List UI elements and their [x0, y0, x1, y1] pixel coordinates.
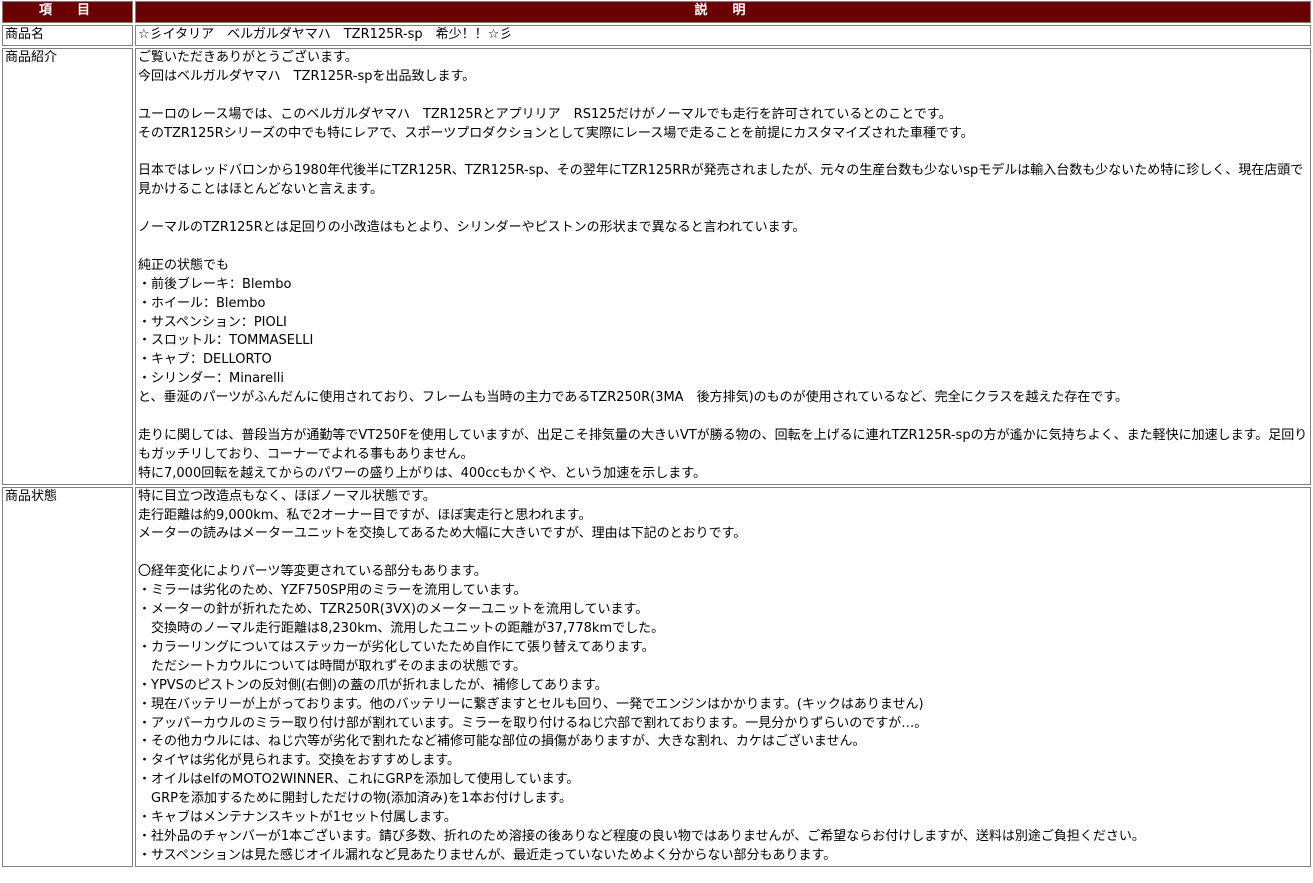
text-line: ・ホイール：Blembo — [138, 295, 266, 311]
text-line: ・サスペンション：PIOLI — [138, 314, 287, 330]
text-line: ご覧いただきありがとうございます。 — [138, 49, 358, 65]
text-line: ・タイヤは劣化が見られます。交換をおすすめします。 — [138, 753, 461, 769]
text-line: ・アッパーカウルのミラー取り付け部が割れています。ミラーを取り付けるねじ穴部で割… — [138, 715, 928, 731]
text-line: ・YPVSのピストンの反対側(右側)の蓋の爪が折れましたが、補修してあります。 — [138, 677, 608, 693]
text-line: ・キャブ：DELLORTO — [138, 352, 272, 368]
text-line: GRPを添加するために開封しただけの物(添加済み)を1本お付けします。 — [138, 791, 573, 807]
product-condition-text: 特に目立つ改造点もなく、ほぼノーマル状態です。走行距離は約9,000km、私で2… — [135, 486, 1311, 867]
text-line: 特に目立つ改造点もなく、ほぼノーマル状態です。 — [138, 488, 436, 504]
product-name-label: 商品名 — [2, 25, 133, 46]
text-line: ユーロのレース場では、このベルガルダヤマハ TZR125Rとアプリリア RS12… — [138, 106, 952, 122]
text-line: 純正の状態でも — [138, 257, 230, 273]
text-line: 〇経年変化によりパーツ等変更されている部分もあります。 — [138, 564, 487, 580]
text-line: ・社外品のチャンバーが1本ございます。錆び多数、折れのため溶接の後ありなど程度の… — [138, 828, 1145, 844]
text-line: 走りに関しては、普段当方が通勤等でVT250Fを使用していますが、出足こそ排気量… — [138, 427, 1308, 462]
row-product-intro: 商品紹介 ご覧いただきありがとうございます。今回はベルガルダヤマハ TZR125… — [2, 47, 1311, 485]
row-product-condition: 商品状態 特に目立つ改造点もなく、ほぼノーマル状態です。走行距離は約9,000k… — [2, 486, 1311, 867]
text-line: ・その他カウルには、ねじ穴等が劣化で割れたなど補修可能な部位の損傷がありますが、… — [138, 734, 866, 750]
text-line: と、垂涎のパーツがふんだんに使用されており、フレームも当時の主力であるTZR25… — [138, 390, 1129, 406]
text-line: 今回はベルガルダヤマハ TZR125R-spを出品致します。 — [138, 68, 476, 84]
text-line: ・前後ブレーキ：Blembo — [138, 276, 292, 292]
text-line: ・カラーリングについてはステッカーが劣化していたため自作にて張り替えてあります。 — [138, 639, 655, 655]
text-line: ・メーターの針が折れたため、TZR250R(3VX)のメーターユニットを流用して… — [138, 602, 649, 618]
header-row: 項 目 説 明 — [2, 1, 1311, 23]
text-line: ・オイルはelfのMOTO2WINNER、これにGRPを添加して使用しています。 — [138, 772, 580, 788]
text-line: ただシートカウルについては時間が取れずそのままの状態です。 — [138, 658, 527, 674]
product-intro-label: 商品紹介 — [2, 47, 133, 485]
text-line: 特に7,000回転を越えてからのパワーの盛り上がりは、400ccもかくや、という… — [138, 465, 706, 481]
listing-table: 項 目 説 明 商品名 ☆彡イタリア ベルガルダヤマハ TZR125R-sp 希… — [0, 0, 1313, 869]
product-condition-label: 商品状態 — [2, 486, 133, 867]
text-line: そのTZR125Rシリーズの中でも特にレアで、スポーツプロダクションとして実際に… — [138, 125, 974, 141]
product-intro-text: ご覧いただきありがとうございます。今回はベルガルダヤマハ TZR125R-spを… — [135, 47, 1311, 485]
text-line: ・シリンダー：Minarelli — [138, 371, 284, 387]
text-line: 日本ではレッドバロンから1980年代後半にTZR125R、TZR125R-sp、… — [138, 163, 1304, 198]
text-line: 交換時のノーマル走行距離は8,230km、流用したユニットの距離が37,778k… — [138, 621, 665, 636]
text-line: メーターの読みはメーターユニットを交換してあるため大幅に大きいですが、理由は下記… — [138, 526, 747, 542]
text-line: ・現在バッテリーが上がっております。他のバッテリーに繋ぎますとセルも回り、一発で… — [138, 696, 924, 712]
product-name-value: ☆彡イタリア ベルガルダヤマハ TZR125R-sp 希少！！☆彡 — [135, 25, 1311, 46]
text-line: ・ミラーは劣化のため、YZF750SP用のミラーを流用しています。 — [138, 583, 527, 599]
text-line: ノーマルのTZR125Rとは足回りの小改造はもとより、シリンダーやピストンの形状… — [138, 220, 806, 236]
text-line: ・キャブはメンテナンスキットが1セット付属します。 — [138, 810, 457, 826]
text-line: ・サスペンションは見た感じオイル漏れなど見あたりませんが、最近走っていないためよ… — [138, 847, 837, 863]
row-product-name: 商品名 ☆彡イタリア ベルガルダヤマハ TZR125R-sp 希少！！☆彡 — [2, 25, 1311, 46]
text-line: ・スロットル：TOMMASELLI — [138, 333, 314, 349]
text-line: 走行距離は約9,000km、私で2オーナー目ですが、ほぼ実走行と思われます。 — [138, 507, 592, 523]
header-item: 項 目 — [2, 1, 133, 23]
header-description: 説 明 — [135, 1, 1311, 23]
